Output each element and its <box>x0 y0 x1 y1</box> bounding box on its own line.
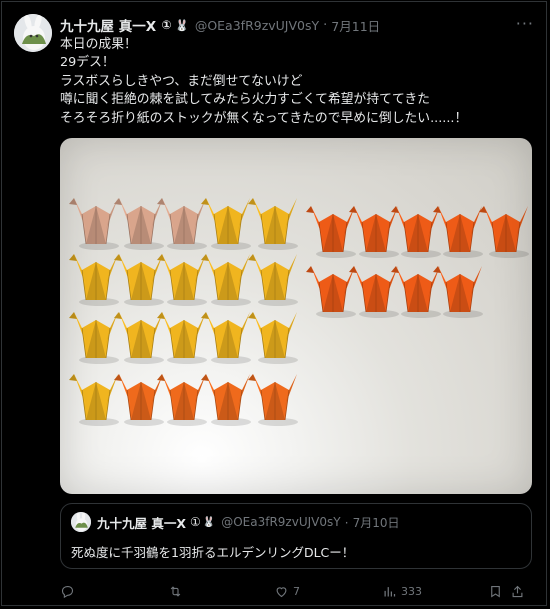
post-text: 本日の成果！ 29デス！ ラスボスらしきやつ、まだ倒せてないけど 噂に聞く拒絶の… <box>60 36 530 128</box>
origami-crane <box>114 312 164 364</box>
heart-icon <box>276 586 287 597</box>
view-count: 333 <box>401 584 422 598</box>
views-button[interactable]: 333 <box>382 581 422 601</box>
origami-crane <box>157 254 207 306</box>
quote-header: 九十九屋 真一X ① 🐰 @OEa3fR9zvUJV0sY · 7月10日 <box>97 512 399 532</box>
origami-crane <box>248 254 298 306</box>
origami-crane <box>349 206 399 258</box>
origami-crane <box>114 198 164 250</box>
repost-button[interactable] <box>168 581 187 601</box>
rabbit-emoji-icon: 🐰 <box>175 18 189 32</box>
origami-crane <box>248 374 298 426</box>
quote-number-badge-icon: ① <box>190 515 201 529</box>
post-photo[interactable] <box>60 138 532 494</box>
origami-crane <box>391 206 441 258</box>
quote-text: 死ぬ度に千羽鶴を1羽折るエルデンリングDLCー！ <box>71 545 355 560</box>
post-text-line: 29デス！ <box>60 55 115 71</box>
origami-crane <box>479 206 529 258</box>
like-button[interactable]: 7 <box>274 581 300 601</box>
origami-crane <box>201 374 251 426</box>
origami-crane <box>248 198 298 250</box>
like-count: 7 <box>293 584 300 598</box>
share-icon <box>512 585 523 597</box>
post-card[interactable]: 九十九屋 真一X ① 🐰 @OEa3fR9zvUJV0sY · 7月11日 ··… <box>1 1 547 606</box>
origami-crane <box>114 254 164 306</box>
author-badges: ① 🐰 <box>160 18 189 32</box>
number-badge-icon: ① <box>161 18 172 32</box>
origami-crane <box>306 266 356 318</box>
quote-author-name: 九十九屋 真一X <box>97 515 186 531</box>
analytics-icon <box>384 586 396 596</box>
reply-button[interactable] <box>60 581 79 601</box>
origami-crane <box>248 312 298 364</box>
origami-crane <box>69 374 119 426</box>
origami-crane <box>157 312 207 364</box>
more-options-icon[interactable]: ··· <box>516 14 534 33</box>
origami-crane <box>201 254 251 306</box>
quote-date: 7月10日 <box>352 515 400 530</box>
avatar[interactable] <box>14 14 52 52</box>
reply-icon <box>61 585 74 598</box>
bookmark-icon <box>491 585 500 598</box>
avatar-image <box>14 14 52 52</box>
origami-crane <box>157 198 207 250</box>
quote-avatar-image <box>71 512 91 532</box>
post-text-line: そろそろ折り紙のストックが無くなってきたので早めに倒したい......！ <box>60 110 468 126</box>
origami-crane <box>201 312 251 364</box>
post-text-line: 噂に聞く拒絶の棘を試してみたら火力すごくて希望が持ててきた <box>60 92 430 108</box>
post-header: 九十九屋 真一X ① 🐰 @OEa3fR9zvUJV0sY · 7月11日 <box>60 14 534 36</box>
action-bar: 7 333 <box>60 581 525 601</box>
quote-rabbit-emoji-icon: 🐰 <box>202 516 216 528</box>
post-text-line: 本日の成果！ <box>60 37 137 52</box>
origami-crane <box>306 206 356 258</box>
origami-crane <box>433 266 483 318</box>
origami-crane <box>69 198 119 250</box>
origami-crane <box>433 206 483 258</box>
origami-crane <box>349 266 399 318</box>
post-date[interactable]: 7月11日 <box>331 16 380 35</box>
author-name[interactable]: 九十九屋 真一X <box>60 15 156 35</box>
share-button[interactable] <box>510 581 525 601</box>
quoted-post[interactable]: 九十九屋 真一X ① 🐰 @OEa3fR9zvUJV0sY · 7月10日 死ぬ… <box>60 503 532 569</box>
origami-crane <box>391 266 441 318</box>
bookmark-button[interactable] <box>488 581 503 601</box>
repost-icon <box>170 585 181 597</box>
origami-crane <box>69 312 119 364</box>
post-text-line: ラスボスらしきやつ、まだ倒せてないけど <box>60 73 303 89</box>
quote-author-badges: ① 🐰 <box>190 515 215 529</box>
origami-cranes-image <box>69 198 529 426</box>
author-handle[interactable]: @OEa3fR9zvUJV0sY <box>195 18 319 33</box>
origami-crane <box>157 374 207 426</box>
origami-crane <box>69 254 119 306</box>
separator-dot: · <box>323 17 328 33</box>
origami-crane <box>114 374 164 426</box>
quote-author-handle: @OEa3fR9zvUJV0sY <box>221 515 341 529</box>
quote-separator-dot: · <box>344 514 349 530</box>
quote-avatar[interactable] <box>71 512 91 532</box>
origami-crane <box>201 198 251 250</box>
